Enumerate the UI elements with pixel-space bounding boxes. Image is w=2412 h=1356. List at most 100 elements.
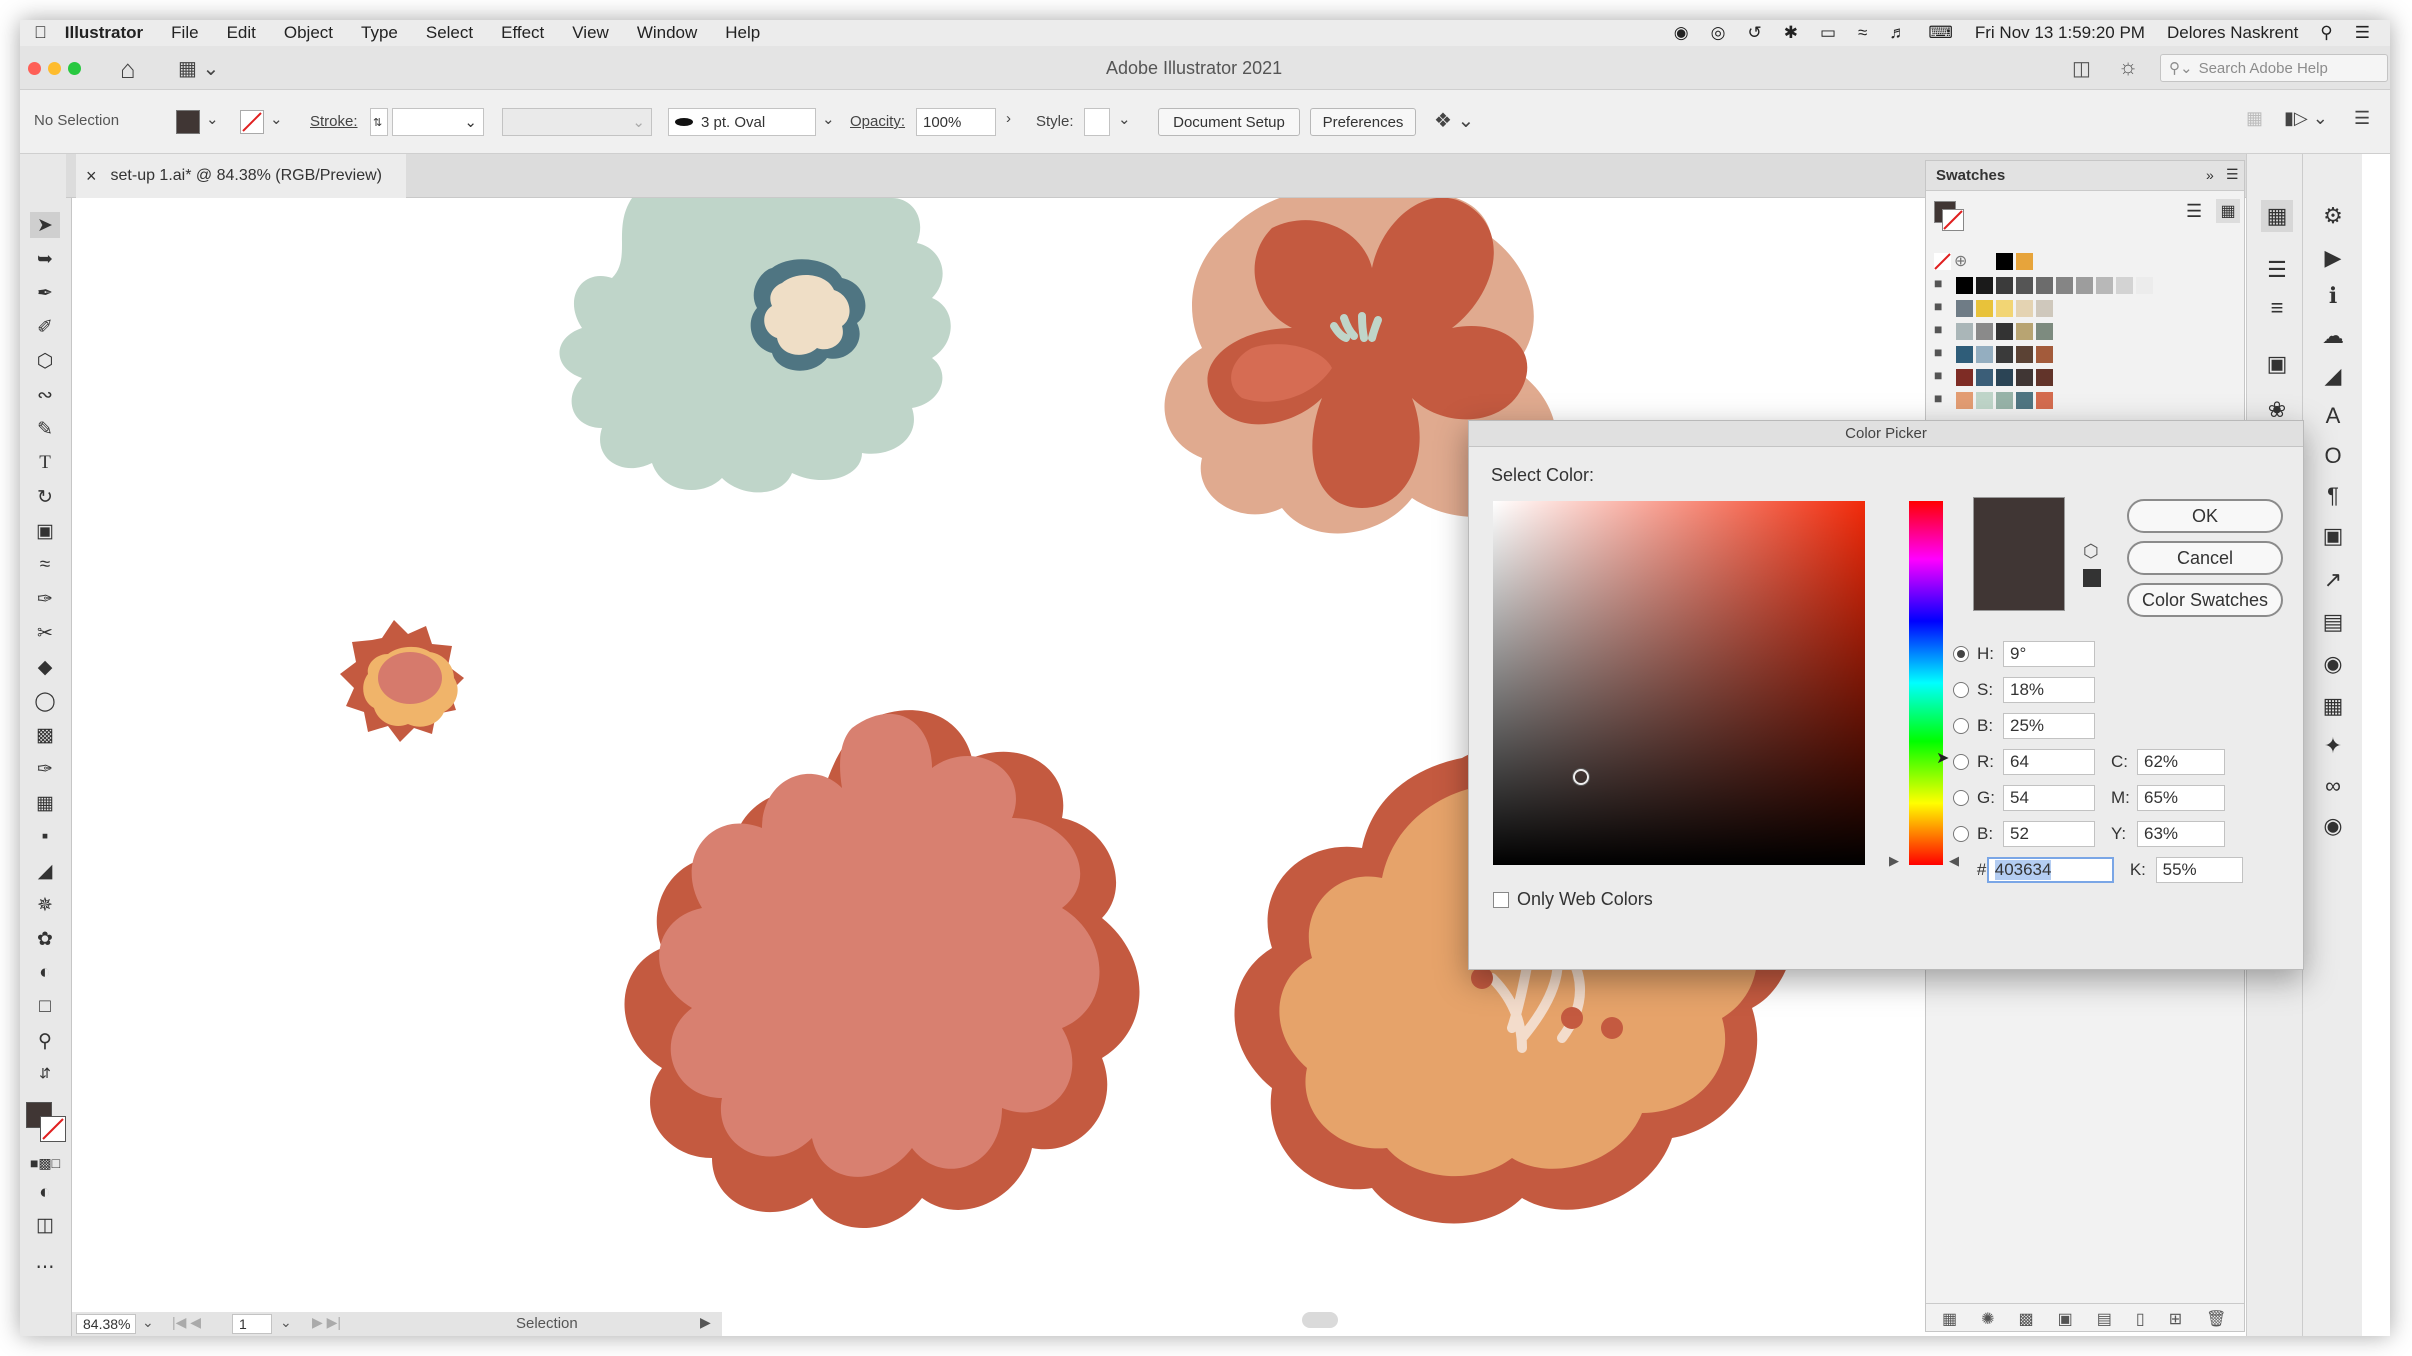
swatch-cell[interactable] — [1996, 346, 2013, 363]
workspace-switcher-icon[interactable]: ▦ ⌄ — [178, 56, 219, 81]
shape-tool-icon[interactable]: ⬡ — [30, 348, 60, 374]
swatches-panel-icon[interactable]: ▦ — [2261, 200, 2293, 232]
arrange-documents-icon[interactable]: ◫ — [2072, 56, 2091, 81]
status-arrow-icon[interactable]: ▶ — [700, 1314, 711, 1331]
swatch-cell[interactable] — [1976, 323, 1993, 340]
swatch-group-folder-icon[interactable]: ■ — [1934, 367, 1942, 383]
new-swatch-icon[interactable]: ⊞ — [2169, 1309, 2182, 1329]
stroke-label[interactable]: Stroke: — [310, 113, 358, 130]
new-color-group-icon[interactable]: ▤ — [2097, 1309, 2112, 1329]
hue-slider[interactable] — [1909, 501, 1943, 865]
gradient-tool-icon[interactable]: ▩ — [30, 722, 60, 748]
stroke-none-swatch[interactable] — [240, 110, 264, 134]
color-mode-icon[interactable]: ■▩□ — [30, 1150, 60, 1176]
swatch-cell[interactable] — [2016, 323, 2033, 340]
swatch-cell[interactable] — [2036, 300, 2053, 317]
swatch-group-folder-icon[interactable]: ■ — [1934, 344, 1942, 360]
red-input[interactable]: 64 — [2003, 749, 2095, 775]
bluetooth-icon[interactable]: ✱ — [1784, 23, 1798, 43]
swatch-cell[interactable] — [2016, 277, 2033, 294]
mint-cloud-flower[interactable] — [559, 198, 951, 493]
opacity-input[interactable]: 100% — [916, 108, 996, 136]
red-radio[interactable] — [1953, 754, 1969, 770]
zoom-input[interactable]: 84.38% — [76, 1314, 136, 1334]
artboard-number-input[interactable]: 1 — [232, 1314, 272, 1334]
symbol-sprayer-tool-icon[interactable]: ✿ — [30, 926, 60, 952]
saturation-input[interactable]: 18% — [2003, 677, 2095, 703]
big-pink-flower[interactable] — [624, 710, 1140, 1228]
artboards-panel-icon[interactable]: ▦ — [2317, 690, 2349, 722]
live-paint-tool-icon[interactable]: ▦ — [30, 790, 60, 816]
cancel-button[interactable]: Cancel — [2127, 541, 2283, 575]
app-menu[interactable]: Illustrator — [65, 23, 143, 43]
discover-lightbulb-icon[interactable]: ☼ — [2118, 54, 2138, 80]
opacity-arrow-icon[interactable]: › — [1006, 110, 1011, 127]
swatch-cell[interactable] — [2036, 392, 2053, 409]
saturation-brightness-field[interactable] — [1493, 501, 1865, 865]
stroke-dropdown-icon[interactable]: ⌄ — [270, 110, 283, 128]
swatch-cell[interactable] — [1996, 277, 2013, 294]
swatch-cell[interactable] — [1976, 277, 1993, 294]
hue-input[interactable]: 9° — [2003, 641, 2095, 667]
swatch-cell[interactable] — [2016, 300, 2033, 317]
list-view-icon[interactable]: ☰ — [2186, 201, 2202, 222]
magic-wand-icon[interactable]: ✦ — [2317, 730, 2349, 762]
swatch-cell[interactable] — [1996, 253, 2013, 270]
variable-width-select[interactable]: ⌄ — [502, 108, 652, 136]
brush-select[interactable]: 3 pt. Oval — [668, 108, 816, 136]
swatch-cell[interactable] — [1976, 392, 1993, 409]
minimize-window-button[interactable] — [48, 62, 61, 75]
color-swatches-button[interactable]: Color Swatches — [2127, 583, 2283, 617]
swatch-cell[interactable] — [1996, 300, 2013, 317]
airplay-icon[interactable]: ▭ — [1820, 23, 1836, 43]
magenta-input[interactable]: 65% — [2137, 785, 2225, 811]
swatch-group-folder-icon[interactable]: ■ — [1934, 390, 1942, 406]
close-tab-icon[interactable]: × — [86, 166, 97, 187]
color-marker[interactable] — [1573, 769, 1589, 785]
puppet-warp-tool-icon[interactable]: ✵ — [30, 892, 60, 918]
cc-libraries-icon[interactable]: ☁ — [2317, 320, 2349, 352]
swatch-cell[interactable] — [2136, 277, 2153, 294]
artboard-nav-next-icon[interactable]: ▶ ▶| — [312, 1314, 341, 1331]
swatch-cell[interactable] — [1956, 323, 1973, 340]
wifi-icon[interactable]: ≈ — [1858, 23, 1867, 43]
menu-view[interactable]: View — [572, 23, 609, 43]
selection-tool-icon[interactable]: ➤ — [30, 212, 60, 238]
rotate-tool-icon[interactable]: ↻ — [30, 484, 60, 510]
swatch-cell[interactable] — [2036, 323, 2053, 340]
swatch-cell[interactable] — [1996, 392, 2013, 409]
swatch-cell[interactable] — [1996, 323, 2013, 340]
artboard-tool-icon[interactable]: □ — [30, 994, 60, 1020]
live-paint-selection-icon[interactable]: ▪ — [30, 824, 60, 850]
clock[interactable]: Fri Nov 13 1:59:20 PM — [1975, 23, 2145, 43]
eraser-tool-icon[interactable]: ◆ — [30, 654, 60, 680]
swatch-cell[interactable] — [2096, 277, 2113, 294]
direct-selection-tool-icon[interactable]: ➥ — [30, 246, 60, 272]
paintbrush-tool-icon[interactable]: ∾ — [30, 382, 60, 408]
asset-export-icon[interactable]: ◢ — [2317, 360, 2349, 392]
more-tools-icon[interactable]: ⋯ — [30, 1254, 60, 1280]
registration-swatch-icon[interactable]: ⊕ — [1954, 251, 1967, 271]
brush-dropdown-icon[interactable]: ⌄ — [822, 110, 835, 128]
swatch-cell[interactable] — [2076, 277, 2093, 294]
blend-tool-icon[interactable]: ◐ — [30, 960, 60, 986]
record-icon[interactable]: ◉ — [1674, 23, 1689, 43]
menu-effect[interactable]: Effect — [501, 23, 544, 43]
swatch-cell[interactable] — [1956, 392, 1973, 409]
home-icon[interactable]: ⌂ — [120, 54, 136, 85]
keyboard-icon[interactable]: ⌨ — [1928, 23, 1953, 43]
new-folder-icon[interactable]: ▯ — [2136, 1309, 2145, 1329]
fill-swatch[interactable] — [176, 110, 200, 134]
swatch-options-icon[interactable]: ▩ — [2019, 1309, 2034, 1329]
swatch-none[interactable] — [1934, 253, 1951, 270]
isolate-icon[interactable]: ▦ — [2246, 108, 2263, 129]
delete-swatch-icon[interactable]: 🗑 — [2206, 1309, 2226, 1329]
menu-edit[interactable]: Edit — [227, 23, 256, 43]
only-web-colors-checkbox[interactable] — [1493, 891, 1509, 908]
graphic-styles-icon[interactable]: ◉ — [2317, 810, 2349, 842]
scissors-tool-icon[interactable]: ✂ — [30, 620, 60, 646]
collapse-panel-icon[interactable]: » — [2206, 167, 2214, 183]
swatch-cell[interactable] — [2056, 277, 2073, 294]
swatch-cell[interactable] — [2036, 277, 2053, 294]
menu-window[interactable]: Window — [637, 23, 697, 43]
